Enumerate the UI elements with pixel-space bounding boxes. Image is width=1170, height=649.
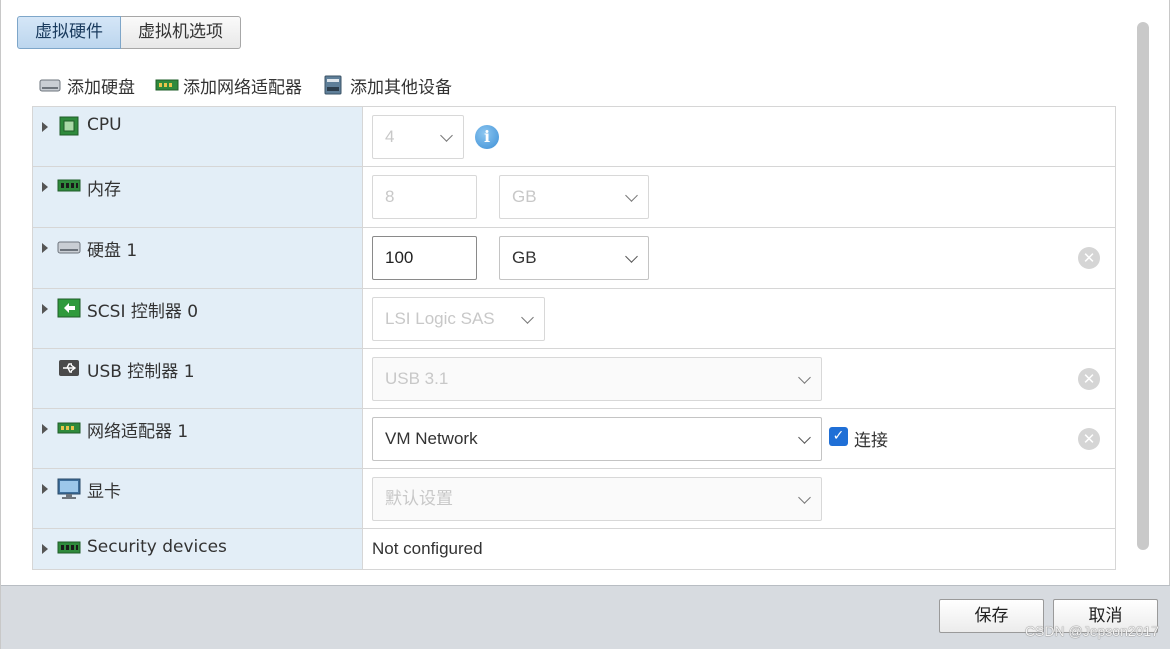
expand-arrow-icon[interactable] (42, 484, 48, 494)
row-label: 网络适配器 1 (87, 422, 189, 442)
row-value-cell: 默认设置 (372, 469, 1115, 528)
row-value-cell: USB 3.1 ✕ (372, 349, 1115, 408)
tab-vm-options[interactable]: 虚拟机选项 (121, 16, 241, 49)
row-value-cell: 100 GB ✕ (372, 228, 1115, 288)
scsi-type-select[interactable]: LSI Logic SAS (372, 297, 545, 341)
network-select[interactable]: VM Network (372, 417, 822, 461)
scsi-type-value: LSI Logic SAS (385, 309, 495, 328)
row-value-cell: Not configured (372, 529, 1115, 569)
expand-arrow-icon[interactable] (42, 544, 48, 554)
connect-label: 连接 (854, 431, 888, 451)
vertical-scrollbar[interactable] (1137, 22, 1149, 550)
chevron-down-icon (521, 311, 534, 324)
row-value-cell: LSI Logic SAS (372, 289, 1115, 348)
monitor-icon (57, 478, 81, 499)
row-label: 内存 (87, 180, 121, 200)
memory-icon (57, 176, 81, 196)
tab-virtual-hardware[interactable]: 虚拟硬件 (17, 16, 121, 49)
security-value: Not configured (372, 539, 483, 558)
row-label-cell: 硬盘 1 (33, 228, 363, 288)
video-settings-value: 默认设置 (385, 489, 453, 508)
remove-usb-icon[interactable]: ✕ (1078, 368, 1100, 390)
row-label: USB 控制器 1 (87, 362, 195, 382)
hard-disk-icon (39, 75, 61, 95)
row-label-cell: USB 控制器 1 (33, 349, 363, 408)
add-network-adapter-button[interactable]: 添加网络适配器 (155, 72, 302, 98)
memory-unit-value: GB (512, 187, 537, 206)
chevron-down-icon (440, 129, 453, 142)
memory-size-input[interactable]: 8 (372, 175, 477, 219)
row-label-cell: SCSI 控制器 0 (33, 289, 363, 348)
security-device-icon (57, 538, 81, 558)
disk-unit-value: GB (512, 248, 537, 267)
other-device-icon (322, 75, 344, 95)
dialog-footer: 保存 取消 CSDN @Jepson2017 (1, 585, 1170, 649)
row-label: Security devices (87, 537, 227, 557)
usb-type-value: USB 3.1 (385, 369, 449, 388)
row-scsi-controller: SCSI 控制器 0 LSI Logic SAS (33, 289, 1115, 349)
row-value-cell: 4 i (372, 107, 1115, 166)
row-label: CPU (87, 115, 122, 135)
row-hard-disk: 硬盘 1 100 GB ✕ (33, 228, 1115, 289)
cpu-count-value: 4 (385, 127, 395, 146)
scsi-controller-icon (57, 298, 81, 318)
row-value-cell: VM Network ✓ 连接 ✕ (372, 409, 1115, 468)
chevron-down-icon (798, 491, 811, 504)
expand-arrow-icon[interactable] (42, 424, 48, 434)
expand-arrow-icon[interactable] (42, 182, 48, 192)
info-icon[interactable]: i (475, 125, 499, 149)
row-cpu: CPU 4 i (33, 107, 1115, 167)
disk-size-input[interactable]: 100 (372, 236, 477, 280)
expand-arrow-icon[interactable] (42, 304, 48, 314)
row-label: 硬盘 1 (87, 241, 138, 261)
hardware-table: CPU 4 i 内存 8 GB 硬盘 1 100 GB ✕ SCSI 控制器 0… (32, 106, 1116, 570)
row-label-cell: Security devices (33, 529, 363, 569)
row-value-cell: 8 GB (372, 167, 1115, 227)
add-other-device-button[interactable]: 添加其他设备 (322, 72, 452, 98)
disk-unit-select[interactable]: GB (499, 236, 649, 280)
network-value: VM Network (385, 429, 478, 448)
row-label-cell: 显卡 (33, 469, 363, 528)
usb-icon (57, 358, 81, 378)
add-disk-button[interactable]: 添加硬盘 (39, 72, 135, 98)
row-network-adapter: 网络适配器 1 VM Network ✓ 连接 ✕ (33, 409, 1115, 469)
chevron-down-icon (625, 250, 638, 263)
memory-unit-select[interactable]: GB (499, 175, 649, 219)
chevron-down-icon (625, 189, 638, 202)
add-disk-label: 添加硬盘 (67, 77, 135, 98)
cpu-icon (57, 116, 81, 136)
toolbar: 添加硬盘 添加网络适配器 添加其他设备 (39, 72, 452, 98)
chevron-down-icon (798, 371, 811, 384)
remove-network-icon[interactable]: ✕ (1078, 428, 1100, 450)
row-video-card: 显卡 默认设置 (33, 469, 1115, 529)
video-settings-select[interactable]: 默认设置 (372, 477, 822, 521)
chevron-down-icon (798, 431, 811, 444)
row-label-cell: 内存 (33, 167, 363, 227)
hard-disk-icon (57, 237, 81, 257)
network-card-icon (155, 75, 179, 95)
row-label-cell: 网络适配器 1 (33, 409, 363, 468)
connect-checkbox[interactable]: ✓ (829, 427, 848, 446)
row-memory: 内存 8 GB (33, 167, 1115, 228)
expand-arrow-icon[interactable] (42, 243, 48, 253)
row-label: 显卡 (87, 482, 121, 502)
usb-type-select[interactable]: USB 3.1 (372, 357, 822, 401)
row-label-cell: CPU (33, 107, 363, 166)
remove-disk-icon[interactable]: ✕ (1078, 247, 1100, 269)
row-label: SCSI 控制器 0 (87, 302, 199, 322)
watermark: CSDN @Jepson2017 (1024, 623, 1159, 639)
add-network-adapter-label: 添加网络适配器 (183, 77, 302, 98)
tab-bar: 虚拟硬件 虚拟机选项 (17, 16, 241, 49)
expand-arrow-icon[interactable] (42, 122, 48, 132)
row-usb-controller: USB 控制器 1 USB 3.1 ✕ (33, 349, 1115, 409)
network-card-icon (57, 418, 81, 438)
cpu-count-select[interactable]: 4 (372, 115, 464, 159)
edit-vm-dialog: 虚拟硬件 虚拟机选项 添加硬盘 添加网络适配器 添加其他设备 CPU 4 i 内… (0, 0, 1170, 649)
row-security-devices: Security devices Not configured (33, 529, 1115, 569)
add-other-device-label: 添加其他设备 (350, 77, 452, 98)
